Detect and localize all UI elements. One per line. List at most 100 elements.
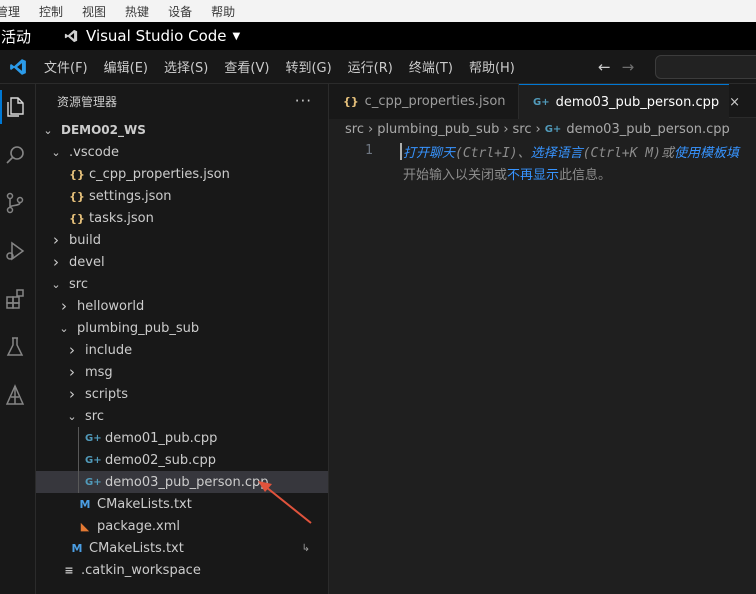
dont-show-again-link[interactable]: 不再显示 xyxy=(507,168,559,183)
tree-folder[interactable]: › include xyxy=(36,339,328,361)
json-file-icon: {} xyxy=(69,211,85,225)
run-debug-icon[interactable] xyxy=(2,238,28,264)
tree-file[interactable]: ≡ .catkin_workspace xyxy=(36,559,328,581)
tab-c-cpp-properties[interactable]: {} c_cpp_properties.json xyxy=(329,84,519,119)
file-icon: ≡ xyxy=(64,563,74,577)
cpp-file-icon: G+ xyxy=(85,476,102,488)
chevron-down-icon[interactable]: ⌄ xyxy=(49,146,63,159)
host-menu-devices[interactable]: 设备 xyxy=(168,3,192,20)
tree-file[interactable]: M CMakeLists.txt xyxy=(36,493,328,515)
testing-icon[interactable] xyxy=(2,334,28,360)
tab-label: demo03_pub_person.cpp xyxy=(555,94,720,110)
menu-bar: 文件(F) 编辑(E) 选择(S) 查看(V) 转到(G) 运行(R) 终端(T… xyxy=(36,57,523,76)
host-menu-view[interactable]: 视图 xyxy=(82,3,106,20)
xml-file-icon: ◣ xyxy=(80,519,90,533)
chevron-down-icon[interactable]: ⌄ xyxy=(57,322,71,335)
tree-item-label: devel xyxy=(69,254,105,270)
menu-edit[interactable]: 编辑(E) xyxy=(96,57,156,76)
tree-folder[interactable]: › helloworld xyxy=(36,295,328,317)
hint-text: 此信息。 xyxy=(559,168,612,183)
tree-folder[interactable]: ⌄ src xyxy=(36,405,328,427)
select-language-link[interactable]: 选择语言 xyxy=(531,146,583,161)
hint-separator: 、 xyxy=(517,146,531,161)
chevron-down-icon[interactable]: ⌄ xyxy=(41,124,55,137)
shortcut-text: (Ctrl+K M) xyxy=(582,146,661,161)
menu-file[interactable]: 文件(F) xyxy=(36,57,96,76)
tree-folder[interactable]: › scripts xyxy=(36,383,328,405)
tree-item-label: scripts xyxy=(85,386,128,402)
host-menu-manage[interactable]: 管理 xyxy=(0,3,20,20)
open-chat-link[interactable]: 打开聊天 xyxy=(403,146,455,161)
cpp-file-icon: G+ xyxy=(85,432,102,444)
tree-item-label: build xyxy=(69,232,101,248)
chevron-right-icon[interactable]: › xyxy=(65,341,79,359)
tree-folder[interactable]: ⌄ .vscode xyxy=(36,141,328,163)
tab-demo03-pub-person[interactable]: G+ demo03_pub_person.cpp × xyxy=(519,84,740,119)
chevron-right-icon[interactable]: › xyxy=(65,385,79,403)
chevron-down-icon[interactable]: ⌄ xyxy=(49,278,63,291)
menu-go[interactable]: 转到(G) xyxy=(277,57,339,76)
chevron-right-icon[interactable]: › xyxy=(57,297,71,315)
tree-folder[interactable]: ⌄ DEMO02_WS xyxy=(36,119,328,141)
activities-button[interactable]: 活动 xyxy=(1,26,31,47)
title-bar: 文件(F) 编辑(E) 选择(S) 查看(V) 转到(G) 运行(R) 终端(T… xyxy=(0,50,756,84)
close-icon[interactable]: × xyxy=(729,95,740,110)
use-template-link[interactable]: 使用模板填 xyxy=(674,146,739,161)
host-menu-help[interactable]: 帮助 xyxy=(211,3,235,20)
chevron-right-icon: › xyxy=(503,122,509,137)
chevron-right-icon[interactable]: › xyxy=(65,363,79,381)
chevron-right-icon[interactable]: › xyxy=(49,253,63,271)
tree-folder[interactable]: ⌄ plumbing_pub_sub xyxy=(36,317,328,339)
cmake-file-icon: M xyxy=(71,541,83,555)
menu-view[interactable]: 查看(V) xyxy=(216,57,277,76)
tree-item-label: .catkin_workspace xyxy=(81,562,201,578)
tree-file[interactable]: ◣ package.xml xyxy=(36,515,328,537)
extensions-icon[interactable] xyxy=(2,286,28,312)
hint-text: 开始输入以关闭或 xyxy=(403,168,508,183)
tree-file[interactable]: {} tasks.json xyxy=(36,207,328,229)
tree-folder[interactable]: › build xyxy=(36,229,328,251)
chevron-down-icon[interactable]: ⌄ xyxy=(65,410,79,423)
breadcrumb-item[interactable]: demo03_pub_person.cpp xyxy=(566,122,730,137)
explorer-icon[interactable] xyxy=(0,90,28,124)
tree-item-label: msg xyxy=(85,364,113,380)
command-center-search[interactable] xyxy=(655,55,756,79)
tree-file[interactable]: M CMakeLists.txt ↳ xyxy=(36,537,328,559)
breadcrumb-item[interactable]: src xyxy=(345,122,364,137)
more-actions-icon[interactable]: ··· xyxy=(295,92,312,110)
tree-item-label: demo02_sub.cpp xyxy=(105,452,216,468)
breadcrumb: src › plumbing_pub_sub › src › G+ demo03… xyxy=(345,122,730,137)
arrow-right-icon[interactable]: → xyxy=(622,58,635,76)
chevron-right-icon[interactable]: › xyxy=(49,231,63,249)
search-icon[interactable] xyxy=(2,142,28,168)
menu-selection[interactable]: 选择(S) xyxy=(156,57,216,76)
app-menu-button[interactable]: Visual Studio Code ▼ xyxy=(64,27,240,45)
menu-run[interactable]: 运行(R) xyxy=(340,57,401,76)
source-control-icon[interactable] xyxy=(2,190,28,216)
cpp-file-icon: G+ xyxy=(85,454,102,466)
tree-folder[interactable]: › devel xyxy=(36,251,328,273)
tree-file[interactable]: G+ demo02_sub.cpp xyxy=(36,449,328,471)
host-menu-hotkeys[interactable]: 热键 xyxy=(125,3,149,20)
caret-down-icon: ▼ xyxy=(232,30,241,42)
ros-icon[interactable] xyxy=(2,382,28,408)
tree-folder[interactable]: ⌄ src xyxy=(36,273,328,295)
activity-bar xyxy=(0,84,36,594)
explorer-title: 资源管理器 xyxy=(57,94,118,109)
tree-folder[interactable]: › msg xyxy=(36,361,328,383)
breadcrumb-item[interactable]: plumbing_pub_sub xyxy=(377,122,499,137)
arrow-left-icon[interactable]: ← xyxy=(598,58,611,76)
tree-file[interactable]: {} settings.json xyxy=(36,185,328,207)
tree-item-label: include xyxy=(85,342,133,358)
history-navigation: ← → xyxy=(598,58,645,76)
tree-file[interactable]: G+ demo01_pub.cpp xyxy=(36,427,328,449)
menu-help[interactable]: 帮助(H) xyxy=(461,57,523,76)
breadcrumb-item[interactable]: src xyxy=(513,122,532,137)
tree-file[interactable]: {} c_cpp_properties.json xyxy=(36,163,328,185)
cpp-file-icon: G+ xyxy=(544,124,562,135)
editor-area: {} c_cpp_properties.json G+ demo03_pub_p… xyxy=(329,84,756,594)
tree-item-label: CMakeLists.txt xyxy=(89,540,184,556)
host-menu-control[interactable]: 控制 xyxy=(39,3,63,20)
menu-terminal[interactable]: 终端(T) xyxy=(401,57,461,76)
tree-file[interactable]: G+ demo03_pub_person.cpp xyxy=(36,471,328,493)
